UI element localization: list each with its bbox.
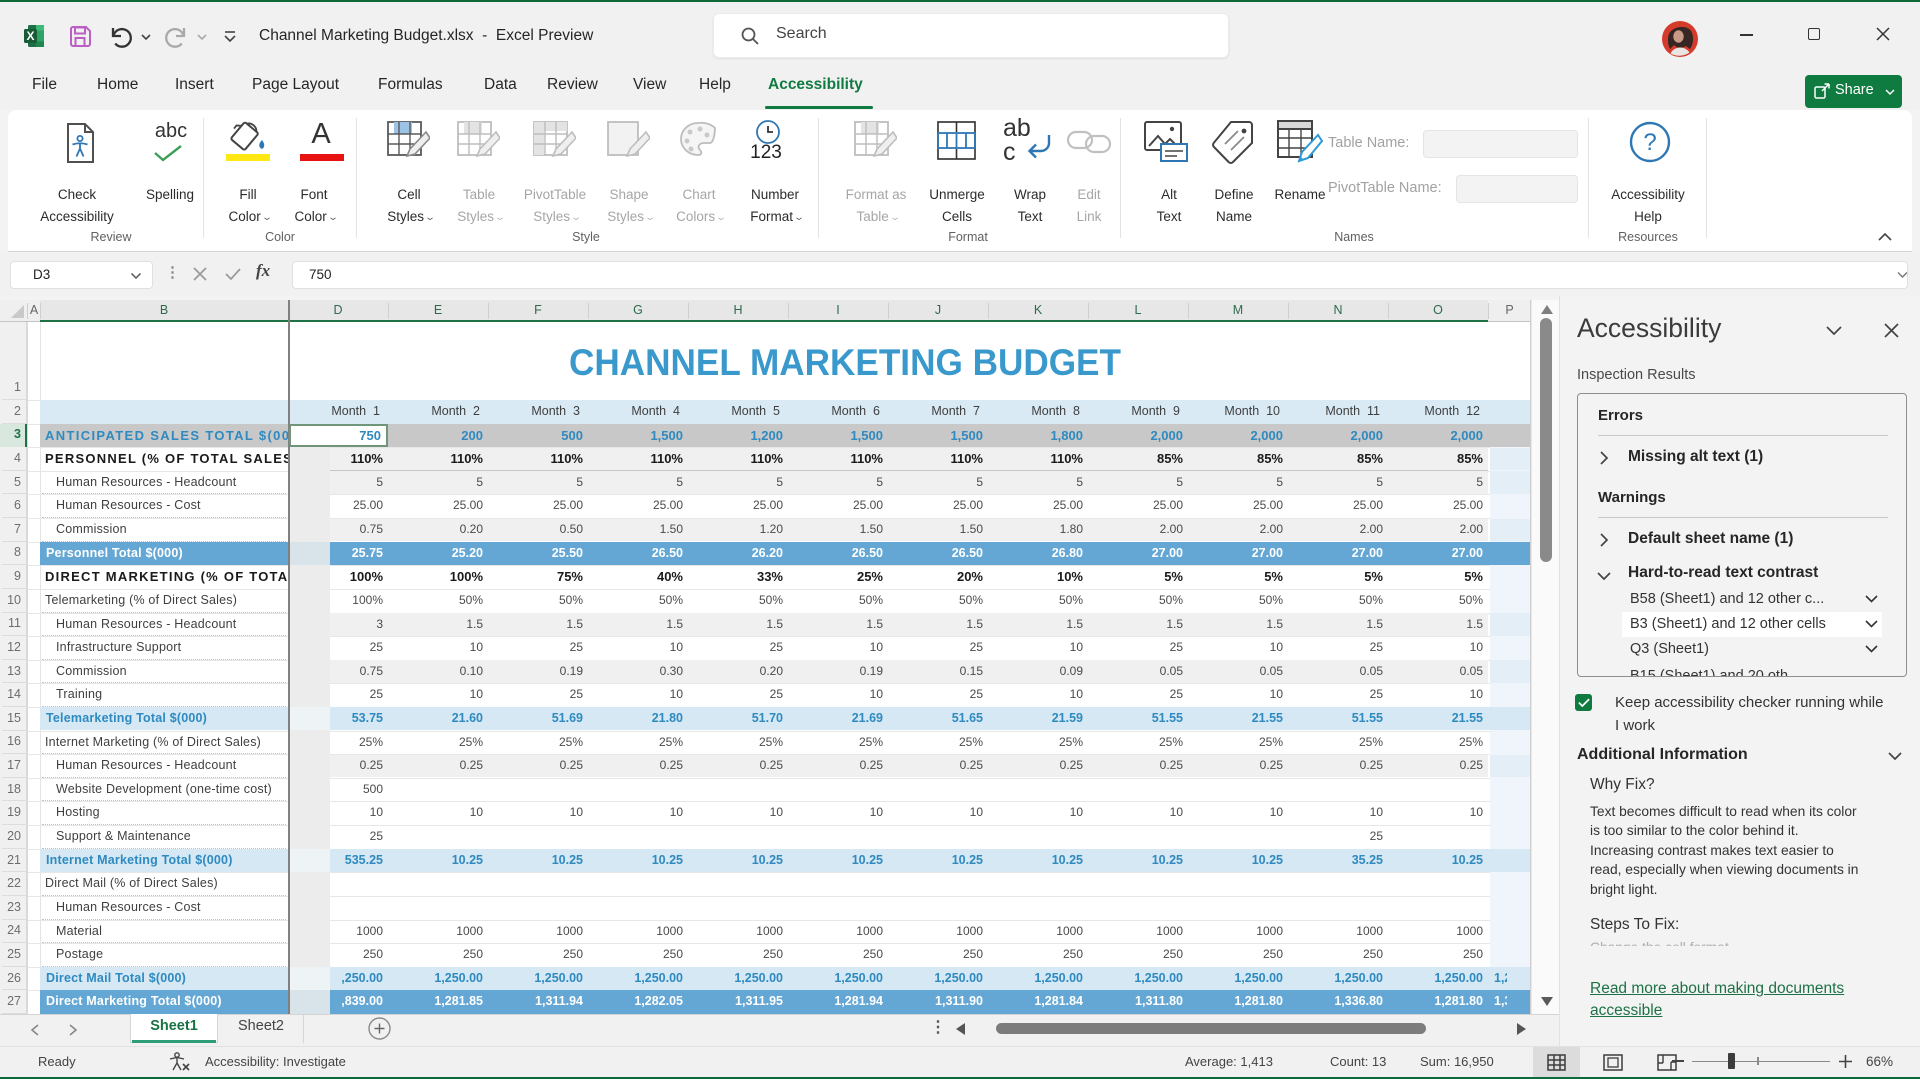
svg-text:X: X: [26, 29, 34, 43]
svg-text:123: 123: [750, 142, 782, 163]
svg-text:?: ?: [1643, 129, 1656, 156]
